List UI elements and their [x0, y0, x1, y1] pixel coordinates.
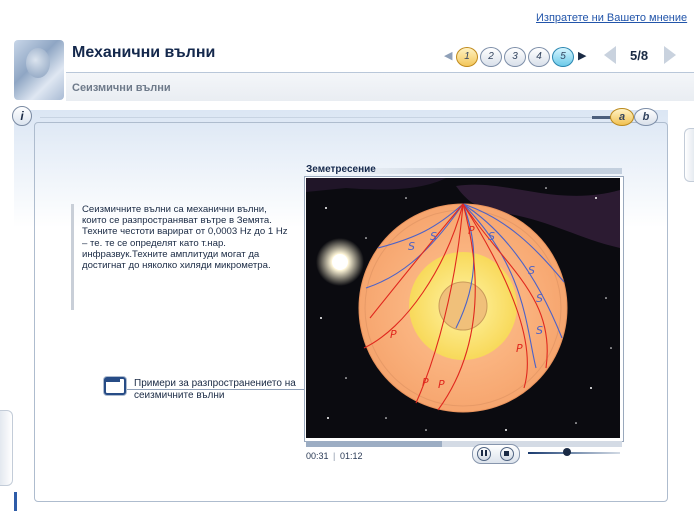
logo-portrait-icon	[26, 48, 50, 78]
p-wave-label: P	[438, 378, 445, 391]
page-next-icon[interactable]	[664, 46, 676, 64]
section-button-5[interactable]: 5	[552, 47, 574, 67]
section-prev-icon[interactable]: ◀	[444, 49, 452, 62]
section-button-4[interactable]: 4	[528, 47, 550, 67]
description-text: Сеизмичните вълни са механични вълни, ко…	[82, 204, 288, 272]
s-wave-label: S	[408, 240, 415, 253]
p-wave-label: P	[468, 224, 475, 237]
stop-icon	[504, 451, 509, 456]
volume-slider-handle[interactable]	[562, 448, 571, 456]
video-progress-track[interactable]	[306, 441, 622, 447]
page-counter: 5/8	[630, 48, 649, 63]
panel-top-divider	[40, 117, 620, 118]
window-icon-titlebar	[106, 379, 120, 382]
s-wave-label: S	[488, 230, 495, 243]
video-progress-fill	[306, 441, 442, 447]
section-button-3[interactable]: 3	[504, 47, 526, 67]
page-prev-icon[interactable]	[604, 46, 616, 64]
page-subtitle: Сеизмични вълни	[72, 82, 171, 94]
earthquake-animation[interactable]: S S S S S S P P P P P	[306, 178, 620, 438]
tab-a[interactable]: a	[610, 108, 634, 126]
p-wave-label: P	[516, 342, 523, 355]
time-elapsed: 00:31	[306, 451, 329, 461]
volume-slider[interactable]	[528, 452, 620, 454]
examples-link-label[interactable]: Примери за разпространението на сеизмичн…	[134, 378, 314, 401]
time-separator: |	[333, 451, 336, 461]
tab-b[interactable]: b	[634, 108, 658, 126]
page-title: Механични вълни	[72, 44, 216, 61]
next-page-edge-tab[interactable]	[684, 128, 694, 182]
section-next-icon[interactable]: ▶	[578, 49, 586, 62]
p-wave-label: P	[422, 376, 429, 389]
s-wave-label: S	[528, 264, 535, 277]
panel-edge-marker	[14, 492, 17, 511]
feedback-link[interactable]: Изпратете ни Вашето мнение	[536, 12, 687, 24]
previous-page-edge-tab[interactable]	[0, 410, 13, 486]
s-wave-label: S	[536, 292, 543, 305]
pause-icon	[481, 450, 487, 456]
video-title: Земетресение	[306, 164, 376, 175]
description-accent-bar	[71, 204, 74, 310]
s-wave-label: S	[536, 324, 543, 337]
earth-inner-core	[438, 281, 488, 331]
section-button-1[interactable]: 1	[456, 47, 478, 67]
p-wave-label: P	[390, 328, 397, 341]
sun	[332, 254, 348, 270]
time-total: 01:12	[340, 451, 363, 461]
info-icon[interactable]: i	[12, 106, 32, 126]
s-wave-label: S	[430, 230, 437, 243]
section-button-2[interactable]: 2	[480, 47, 502, 67]
